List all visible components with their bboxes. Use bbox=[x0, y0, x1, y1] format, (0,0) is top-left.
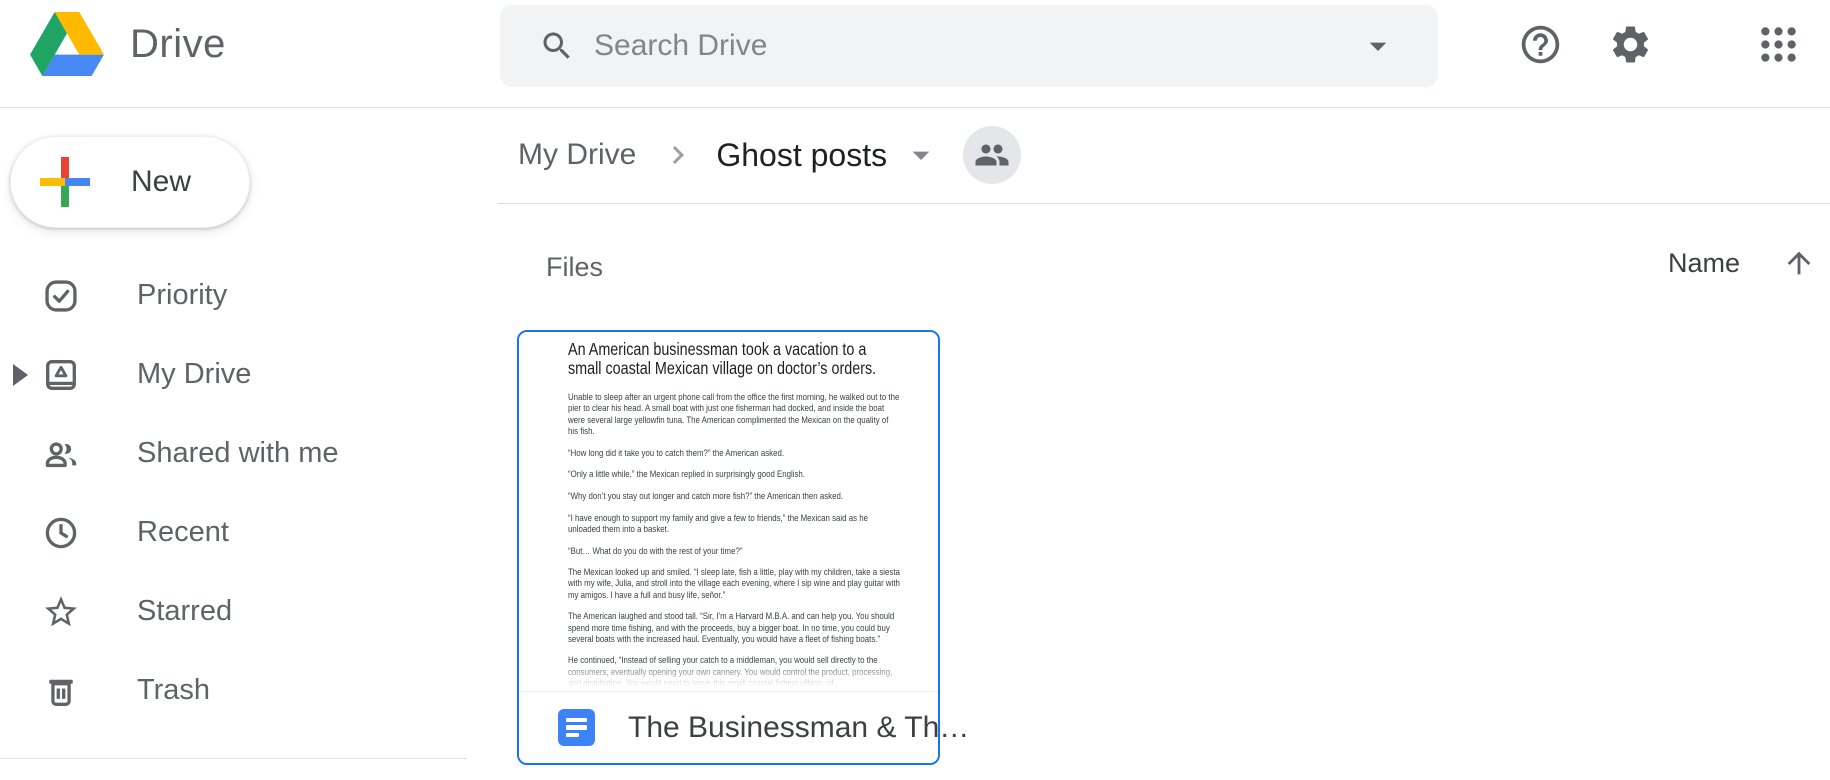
sidebar-item-trash[interactable]: Trash bbox=[0, 651, 460, 730]
google-docs-icon bbox=[558, 709, 595, 746]
expand-caret-icon[interactable] bbox=[13, 364, 28, 386]
document-paragraph: The Mexican looked up and smiled. “I sle… bbox=[568, 567, 900, 601]
sidebar-item-recent[interactable]: Recent bbox=[0, 493, 460, 572]
document-paragraph: “Why don’t you stay out longer and catch… bbox=[568, 491, 900, 502]
sidebar-item-label: Priority bbox=[137, 279, 227, 312]
file-name: The Businessman & Th… bbox=[628, 711, 969, 745]
content-divider bbox=[498, 203, 1830, 204]
breadcrumb-my-drive[interactable]: My Drive bbox=[518, 138, 636, 172]
trash-icon bbox=[42, 672, 80, 710]
preview-fade-overlay bbox=[521, 661, 936, 691]
drive-logo[interactable]: Drive bbox=[30, 12, 226, 76]
arrow-upward-icon[interactable] bbox=[1782, 246, 1816, 280]
file-card-footer: The Businessman & Th… bbox=[519, 691, 938, 763]
sidebar-item-my-drive[interactable]: My Drive bbox=[0, 335, 460, 414]
breadcrumb-current-folder[interactable]: Ghost posts bbox=[716, 137, 887, 174]
document-preview: An American businessman took a vacation … bbox=[519, 332, 938, 691]
search-icon[interactable] bbox=[538, 27, 576, 65]
breadcrumb: My Drive Ghost posts bbox=[498, 107, 1021, 203]
sort-by-name-button[interactable]: Name bbox=[1668, 248, 1740, 279]
sidebar-item-label: Shared with me bbox=[137, 437, 339, 470]
new-button-label: New bbox=[131, 165, 191, 199]
search-options-caret-icon[interactable] bbox=[1358, 26, 1398, 66]
document-paragraph: Unable to sleep after an urgent phone ca… bbox=[568, 392, 900, 437]
sidebar-item-starred[interactable]: Starred bbox=[0, 572, 460, 651]
settings-button[interactable] bbox=[1606, 20, 1654, 68]
drive-triangle-icon bbox=[30, 12, 104, 76]
topbar: Drive bbox=[0, 0, 1830, 107]
apps-grid-icon bbox=[1756, 22, 1801, 67]
document-paragraph: The American laughed and stood tall. “Si… bbox=[568, 611, 900, 645]
sidebar-item-label: Recent bbox=[137, 516, 229, 549]
help-icon bbox=[1518, 22, 1563, 67]
google-drive-screen: Drive bbox=[0, 0, 1830, 780]
shared-people-icon bbox=[42, 435, 80, 473]
new-button[interactable]: New bbox=[10, 136, 250, 228]
my-drive-icon bbox=[42, 356, 80, 394]
apps-grid-button[interactable] bbox=[1754, 20, 1802, 68]
document-paragraph: “I have enough to support my family and … bbox=[568, 513, 900, 535]
sidebar-item-priority[interactable]: Priority bbox=[0, 256, 460, 335]
shared-folder-badge bbox=[963, 126, 1021, 184]
document-title: An American businessman took a vacation … bbox=[568, 340, 900, 377]
document-paragraph: “How long did it take you to catch them?… bbox=[568, 448, 900, 459]
folder-menu-caret-icon[interactable] bbox=[901, 135, 941, 175]
sidebar-item-label: Trash bbox=[137, 674, 210, 707]
sidebar-nav: Priority My Drive bbox=[0, 256, 460, 730]
star-icon bbox=[42, 593, 80, 631]
files-section-label: Files bbox=[546, 252, 603, 283]
file-card-selected[interactable]: An American businessman took a vacation … bbox=[517, 330, 940, 765]
help-button[interactable] bbox=[1516, 20, 1564, 68]
sidebar-item-label: My Drive bbox=[137, 358, 251, 391]
recent-clock-icon bbox=[42, 514, 80, 552]
files-header-row: Files Name bbox=[498, 236, 1830, 296]
search-bar bbox=[500, 5, 1438, 87]
priority-check-icon bbox=[42, 277, 80, 315]
multicolor-plus-icon bbox=[40, 157, 90, 207]
sort-control[interactable]: Name bbox=[1668, 246, 1816, 280]
sidebar-item-label: Starred bbox=[137, 595, 232, 628]
sidebar-item-shared-with-me[interactable]: Shared with me bbox=[0, 414, 460, 493]
people-icon bbox=[974, 137, 1010, 173]
app-title: Drive bbox=[130, 22, 226, 67]
sidebar-divider bbox=[0, 758, 467, 759]
document-paragraph: “But… What do you do with the rest of yo… bbox=[568, 546, 900, 557]
document-paragraph: “Only a little while,” the Mexican repli… bbox=[568, 469, 900, 480]
document-preview-text: An American businessman took a vacation … bbox=[568, 340, 900, 689]
gear-icon bbox=[1608, 22, 1653, 67]
search-input[interactable] bbox=[594, 29, 1358, 63]
chevron-right-icon bbox=[660, 137, 696, 173]
